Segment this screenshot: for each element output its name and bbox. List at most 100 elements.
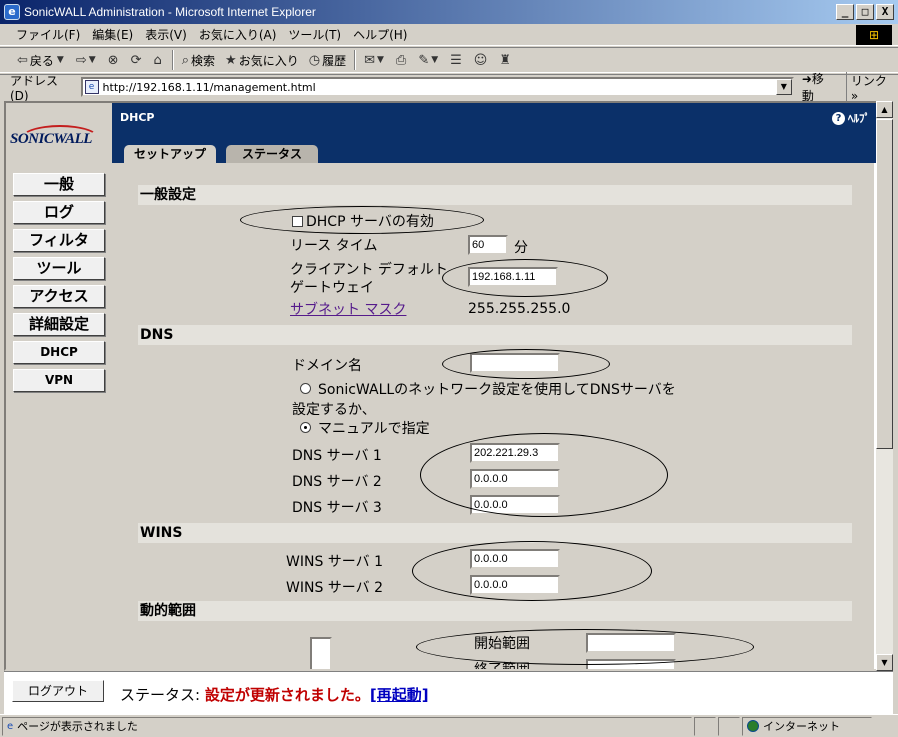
- mail-button[interactable]: ✉ ▼: [359, 49, 391, 71]
- toolbar-separator: [171, 50, 174, 70]
- nav-tools[interactable]: ツール: [13, 257, 105, 280]
- nav-advanced[interactable]: 詳細設定: [13, 313, 105, 336]
- menu-help[interactable]: ヘルプ(H): [347, 26, 413, 43]
- menu-bar: ファイル(F) 編集(E) 表示(V) お気に入り(A) ツール(T) ヘルプ(…: [0, 24, 898, 46]
- address-bar: アドレス(D) e http://192.168.1.11/management…: [0, 71, 898, 103]
- dropdown-icon: ▼: [88, 55, 96, 65]
- dns-server2-label: DNS サーバ 2: [292, 474, 382, 490]
- back-button[interactable]: ⇦ 戻る ▼: [12, 49, 71, 71]
- close-button[interactable]: X: [876, 4, 894, 20]
- scroll-thumb[interactable]: [876, 119, 893, 449]
- favorites-button[interactable]: ★ お気に入り: [220, 49, 304, 71]
- home-button[interactable]: ⌂: [148, 49, 168, 71]
- dns-auto-radio[interactable]: [300, 383, 311, 394]
- range-start-label: 開始範囲: [474, 636, 530, 652]
- search-button[interactable]: ⌕ 検索: [177, 49, 220, 71]
- dns-manual-radio[interactable]: [300, 422, 311, 433]
- forward-arrow-icon: ⇨: [75, 52, 87, 68]
- toolbar-separator: [354, 50, 357, 70]
- status-text: e ページが表示されました: [2, 716, 692, 736]
- wins-server1-label: WINS サーバ 1: [286, 554, 383, 570]
- dhcp-enable-checkbox[interactable]: DHCP サーバの有効: [292, 211, 434, 231]
- nav-filter[interactable]: フィルタ: [13, 229, 105, 252]
- vertical-scrollbar[interactable]: ▲ ▼: [876, 101, 893, 671]
- research-button[interactable]: ♜: [494, 49, 518, 71]
- edit-icon: ✎: [418, 52, 430, 68]
- security-zone-label: インターネット: [763, 720, 840, 733]
- search-label: 検索: [191, 53, 216, 68]
- dropdown-icon: ▼: [376, 55, 384, 65]
- checkbox-box[interactable]: [292, 216, 303, 227]
- scroll-up-icon[interactable]: ▲: [876, 101, 893, 118]
- dns-auto-label-line1: SonicWALLのネットワーク設定を使用してDNSサーバを: [318, 382, 676, 398]
- dropdown-icon: ▼: [56, 55, 64, 65]
- dns-server2-input[interactable]: 0.0.0.0: [470, 469, 560, 489]
- dns-server1-input[interactable]: 202.221.29.3: [470, 443, 560, 463]
- page-done-icon: e: [7, 720, 14, 732]
- section-wins-heading: WINS: [138, 523, 852, 543]
- range-end-label: 終了範囲: [474, 662, 530, 671]
- domain-name-label: ドメイン名: [292, 358, 362, 374]
- scroll-down-icon[interactable]: ▼: [876, 654, 893, 671]
- back-label: 戻る: [29, 53, 54, 68]
- nav-access[interactable]: アクセス: [13, 285, 105, 308]
- lease-time-input[interactable]: 60: [468, 235, 508, 255]
- gateway-label-line2: ゲートウェイ: [290, 280, 374, 296]
- dhcp-enable-label: DHCP サーバの有効: [306, 214, 434, 230]
- nav-general[interactable]: 一般: [13, 173, 105, 196]
- section-dns-heading: DNS: [138, 325, 852, 345]
- subnet-mask-value: 255.255.255.0: [468, 301, 571, 317]
- logo-swoosh-icon: [20, 125, 100, 153]
- gateway-input[interactable]: 192.168.1.11: [468, 267, 558, 287]
- address-input[interactable]: e http://192.168.1.11/management.html ▼: [80, 77, 794, 97]
- subnet-mask-link[interactable]: サブネット マスク: [290, 299, 406, 319]
- dns-server1-label: DNS サーバ 1: [292, 448, 382, 464]
- window-title: SonicWALL Administration - Microsoft Int…: [24, 5, 316, 19]
- lease-time-unit: 分: [514, 240, 528, 256]
- history-button[interactable]: ◷ 履歴: [304, 49, 351, 71]
- window-titlebar: e SonicWALL Administration - Microsoft I…: [0, 0, 898, 24]
- help-icon: ?: [832, 111, 845, 125]
- tab-status[interactable]: ステータス: [226, 145, 318, 163]
- dns-server3-input[interactable]: 0.0.0.0: [470, 495, 560, 515]
- edit-button[interactable]: ✎ ▼: [413, 49, 445, 71]
- go-button[interactable]: ➜移動: [802, 70, 836, 104]
- address-label: アドレス(D): [10, 73, 59, 103]
- address-dropdown-icon[interactable]: ▼: [775, 79, 792, 95]
- restart-link[interactable]: [再起動]: [370, 686, 429, 704]
- nav-dhcp[interactable]: DHCP: [13, 341, 105, 364]
- links-button[interactable]: リンク »: [845, 71, 898, 103]
- search-icon: ⌕: [181, 52, 190, 68]
- domain-name-input[interactable]: [470, 353, 560, 373]
- print-button[interactable]: ⎙: [391, 49, 413, 71]
- nav-vpn[interactable]: VPN: [13, 369, 105, 392]
- menu-tools[interactable]: ツール(T): [282, 26, 347, 43]
- range-end-input[interactable]: [586, 659, 676, 669]
- address-list-box[interactable]: [310, 637, 332, 669]
- refresh-button[interactable]: ⟳: [126, 49, 149, 71]
- forward-button[interactable]: ⇨ ▼: [71, 49, 103, 71]
- go-arrow-icon: ➜: [801, 72, 812, 86]
- menu-file[interactable]: ファイル(F): [10, 26, 86, 43]
- stop-icon: ⊗: [107, 52, 119, 68]
- menu-edit[interactable]: 編集(E): [86, 26, 139, 43]
- status-message: 設定が更新されました。: [204, 686, 370, 704]
- discuss-button[interactable]: ☰: [445, 49, 469, 71]
- wins-server1-input[interactable]: 0.0.0.0: [470, 549, 560, 569]
- lease-time-label: リース タイム: [290, 238, 378, 254]
- tab-setup[interactable]: セットアップ: [124, 145, 216, 165]
- menu-favorites[interactable]: お気に入り(A): [193, 26, 283, 43]
- maximize-button[interactable]: □: [856, 4, 874, 20]
- nav-log[interactable]: ログ: [13, 201, 105, 224]
- dns-server3-label: DNS サーバ 3: [292, 500, 382, 516]
- help-link[interactable]: ? ﾍﾙﾌﾟ: [832, 110, 870, 126]
- wins-server2-input[interactable]: 0.0.0.0: [470, 575, 560, 595]
- menu-view[interactable]: 表示(V): [139, 26, 193, 43]
- stop-button[interactable]: ⊗: [103, 49, 126, 71]
- status-cell: [718, 716, 740, 736]
- messenger-button[interactable]: ☺: [469, 49, 495, 71]
- section-general-heading: 一般設定: [138, 185, 852, 205]
- minimize-button[interactable]: _: [836, 4, 854, 20]
- range-start-input[interactable]: [586, 633, 676, 653]
- logout-button[interactable]: ログアウト: [12, 680, 104, 702]
